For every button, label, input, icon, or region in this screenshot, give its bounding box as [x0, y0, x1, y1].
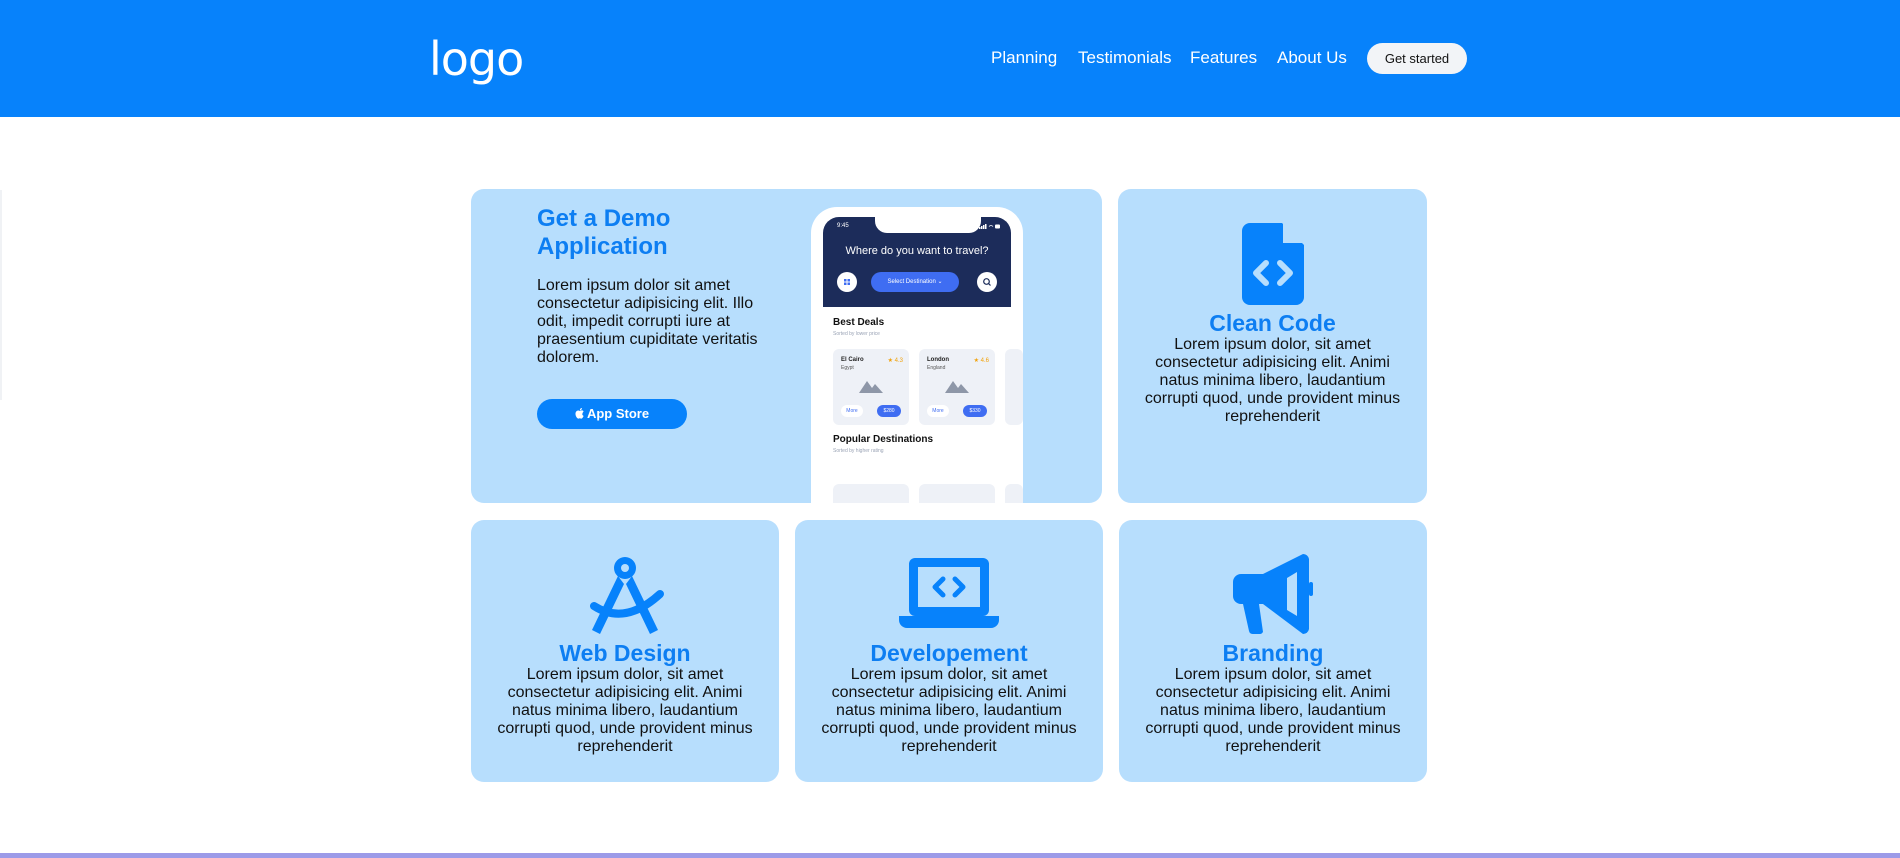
footer-divider: [0, 853, 1900, 858]
deal-price: $330: [963, 405, 987, 417]
phone-filter-button: [837, 272, 857, 292]
feature-title: Clean Code: [1209, 310, 1336, 336]
apple-icon: [575, 408, 584, 419]
feature-text: Lorem ipsum dolor, sit amet consectetur …: [1145, 666, 1401, 755]
deal-country: England: [927, 365, 946, 371]
deal-country: Egypt: [841, 365, 854, 371]
phone-best-deals-sub: Sorted by lower price: [833, 331, 880, 337]
app-store-button[interactable]: App Store: [537, 399, 687, 429]
phone-select-label: Select Destination: [887, 279, 936, 285]
feature-card-web-design: Web Design Lorem ipsum dolor, sit amet c…: [471, 520, 779, 782]
deal-city: London: [927, 357, 949, 363]
phone-best-deals-title: Best Deals: [833, 317, 885, 328]
feature-title: Web Design: [559, 640, 691, 666]
mountain-image-icon: [859, 381, 883, 393]
demo-description: Lorem ipsum dolor sit amet consectetur a…: [537, 277, 758, 366]
feature-card-branding: Branding Lorem ipsum dolor, sit amet con…: [1119, 520, 1427, 782]
logo[interactable]: logo: [429, 34, 524, 84]
deal-rating: ★ 4.3: [887, 358, 903, 364]
feature-text: Lorem ipsum dolor, sit amet consectetur …: [821, 666, 1077, 755]
deal-card: El Cairo Egypt ★ 4.3 More $280: [833, 349, 909, 425]
popular-card: [833, 484, 909, 503]
phone-popular-title: Popular Destinations: [833, 434, 934, 445]
feature-text: Lorem ipsum dolor, sit amet consectetur …: [497, 666, 753, 755]
feature-card-development: Developement Lorem ipsum dolor, sit amet…: [795, 520, 1103, 782]
phone-mockup: 9:45 Where do you want to travel? Select…: [811, 207, 1023, 503]
deal-card: London England ★ 4.6 More $330: [919, 349, 995, 425]
status-bar-icons: [979, 224, 1000, 229]
deal-rating: ★ 4.6: [973, 358, 989, 364]
code-file-icon: [1241, 223, 1304, 305]
page-edge-shadow: [0, 190, 2, 400]
demo-title: Get a Demo Application: [537, 205, 671, 260]
phone-status-time: 9:45: [837, 223, 849, 229]
mountain-image-icon: [945, 381, 969, 393]
phone-search-button: [977, 272, 997, 292]
popular-card-partial: [1005, 484, 1023, 503]
nav-features[interactable]: Features: [1190, 48, 1257, 68]
nav-planning[interactable]: Planning: [991, 48, 1057, 68]
app-store-label: App Store: [586, 406, 650, 421]
deal-more-button: More: [927, 405, 949, 417]
deal-more-button: More: [841, 405, 863, 417]
phone-popular-sub: Sorted by higher rating: [833, 448, 884, 454]
megaphone-icon: [1233, 554, 1313, 634]
compass-drawing-icon: [590, 557, 664, 634]
feature-title: Branding: [1222, 640, 1324, 666]
nav-testimonials[interactable]: Testimonials: [1078, 48, 1172, 68]
get-started-button[interactable]: Get started: [1367, 43, 1467, 74]
phone-screen-header: 9:45 Where do you want to travel? Select…: [823, 217, 1011, 307]
feature-text: Lorem ipsum dolor, sit amet consectetur …: [1144, 336, 1401, 425]
nav-about-us[interactable]: About Us: [1277, 48, 1347, 68]
deal-city: El Cairo: [841, 357, 864, 363]
grid-icon: [844, 279, 850, 285]
popular-card: [919, 484, 995, 503]
deal-card-partial: [1005, 349, 1023, 425]
laptop-code-icon: [899, 558, 999, 628]
phone-headline: Where do you want to travel?: [845, 245, 989, 257]
site-header: logo Planning Testimonials Features Abou…: [0, 0, 1900, 117]
deal-price: $280: [877, 405, 901, 417]
search-icon: [983, 278, 991, 286]
feature-card-clean-code: Clean Code Lorem ipsum dolor, sit amet c…: [1118, 189, 1427, 503]
phone-notch: [875, 217, 981, 233]
feature-title: Developement: [870, 640, 1028, 666]
phone-select-destination: Select Destination ⌄: [871, 272, 959, 292]
demo-card: Get a Demo Application Lorem ipsum dolor…: [471, 189, 1102, 503]
